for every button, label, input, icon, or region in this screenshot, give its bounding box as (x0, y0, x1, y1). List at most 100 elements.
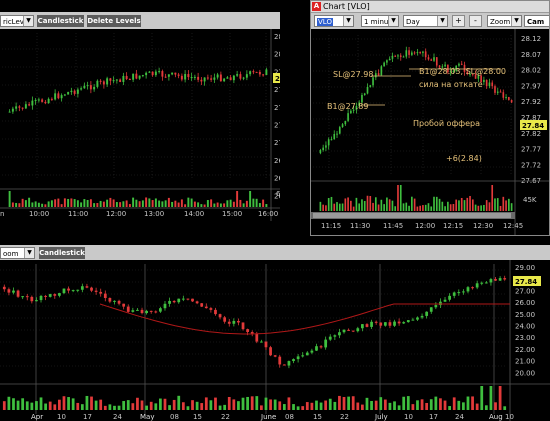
left-candle (70, 90, 73, 93)
bottom-candle (319, 346, 323, 348)
bottom-volume-bar (420, 399, 424, 410)
bottom-volume-bar (333, 401, 337, 410)
bottom-candle (429, 307, 433, 312)
left-volume-bar (21, 198, 24, 207)
left-candle (11, 108, 14, 112)
right-volume-bar (488, 202, 491, 211)
bottom-candle (71, 290, 75, 292)
right-volume-bar (391, 200, 394, 211)
bottom-candle (108, 298, 112, 302)
symbol-dropdown[interactable]: VLO ▼ (314, 15, 354, 27)
bottom-volume-bar (30, 402, 34, 410)
bottom-candle (2, 286, 6, 290)
right-candle (405, 50, 408, 57)
bottom-volume-bar (48, 401, 52, 410)
bottom-volume-bar (16, 400, 20, 410)
zoom-dropdown-bottom[interactable]: oom ▼ (0, 247, 35, 259)
daily-chart[interactable]: 29.0028.0027.0026.0025.0024.0023.0022.00… (0, 260, 550, 421)
bottom-volume-bar (177, 395, 181, 410)
left-candle (203, 77, 206, 82)
left-candle (180, 75, 183, 80)
bottom-candle (260, 341, 263, 343)
right-candle (499, 91, 502, 93)
bottom-candle (498, 278, 502, 281)
left-candle (193, 76, 196, 78)
left-candle (265, 69, 268, 75)
level-dropdown[interactable]: ricLeve ▼ (0, 15, 34, 27)
intraday-chart-left[interactable]: 28.2028.0027.8027.6027.4027.2027.0026.80… (0, 29, 280, 221)
right-candle (325, 145, 327, 148)
right-volume-bar (458, 200, 460, 211)
bottom-volume-bar (260, 405, 263, 410)
zoom-in-button[interactable]: + (452, 15, 465, 27)
bottom-volume-bar (351, 396, 355, 410)
right-candle (488, 82, 491, 87)
bottom-volume-bar (342, 396, 346, 410)
bottom-candle (411, 319, 415, 321)
left-candle (229, 77, 232, 81)
bottom-volume-bar (328, 398, 332, 410)
left-volume-bar (190, 198, 193, 207)
price-tick-label: 27.00 (274, 139, 280, 147)
interval-dropdown[interactable]: 1 minute ▼ (361, 15, 399, 27)
bottom-volume-bar (140, 400, 144, 410)
right-volume-bar (355, 197, 358, 211)
right-volume-bar (322, 204, 324, 211)
price-tick-label: 28.00 (274, 51, 280, 59)
left-candle (219, 74, 222, 82)
delete-levels-button[interactable]: Delete Levels (87, 15, 141, 27)
right-candle (508, 97, 510, 100)
bottom-volume-bar (58, 399, 61, 410)
right-volume-bar (480, 205, 482, 211)
right-volume-bar (361, 199, 363, 211)
left-volume-bar (112, 199, 115, 207)
right-volume-bar (338, 203, 341, 211)
bottom-candle (439, 301, 442, 306)
bottom-candle (383, 322, 387, 326)
price-tick-label: 27.92 (521, 98, 541, 106)
right-candle (402, 56, 405, 58)
zoom-dropdown[interactable]: Zoom ▼ (487, 15, 522, 27)
bottom-candle (103, 293, 107, 299)
candlestick-button[interactable]: Candlestick (37, 15, 84, 27)
left-volume-bar (73, 199, 76, 207)
left-candle (252, 71, 255, 73)
window-title: Chart [VLO] (323, 2, 370, 11)
right-candle (336, 133, 338, 135)
left-volume-bar (154, 198, 157, 207)
left-volume-bar (171, 201, 174, 207)
camera-dropdown[interactable]: Cam (524, 15, 549, 27)
price-tick-label: 29.00 (515, 264, 535, 272)
time-tick-label: 13:00 (144, 210, 164, 218)
left-volume-bar (125, 200, 128, 207)
bottom-candle (163, 303, 167, 309)
chevron-down-icon: ▼ (23, 16, 33, 26)
right-candle (380, 66, 383, 76)
price-tick-label: 26.80 (274, 157, 280, 165)
right-volume-bar (491, 185, 494, 211)
intraday-chart-vlo[interactable]: 28.1228.0728.0227.9727.9227.8727.8227.77… (311, 29, 549, 235)
date-tick-label: 22 (340, 413, 349, 421)
window-titlebar[interactable]: A Chart [VLO] (311, 1, 549, 13)
bottom-candle (181, 298, 185, 300)
right-volume-bar (466, 197, 469, 211)
bottom-candle (140, 309, 144, 314)
bottom-candle (168, 300, 171, 304)
time-tick-label: 12:00 (415, 222, 435, 230)
left-candle (18, 106, 21, 108)
bottom-candle (186, 298, 190, 300)
volume-scale-label: 611K (276, 190, 280, 198)
range-dropdown[interactable]: Day ▼ (403, 15, 448, 27)
chart-window-vlo: A Chart [VLO] VLO ▼ 1 minute ▼ Day ▼ + -… (310, 0, 550, 236)
bottom-volume-bar (379, 397, 383, 410)
zoom-out-button[interactable]: - (469, 15, 482, 27)
bottom-volume-bar (195, 401, 199, 410)
right-candle (477, 75, 480, 79)
left-candle (57, 93, 60, 99)
chart-window-daily: oom ▼ Candlestick 29.0028.0027.0026.0025… (0, 245, 550, 421)
bottom-volume-bar (131, 403, 135, 410)
left-volume-bar (50, 200, 53, 207)
candlestick-button-bottom[interactable]: Candlestick (39, 247, 85, 259)
time-tick-label: 15:00 (222, 210, 242, 218)
chevron-down-icon: ▼ (343, 16, 353, 26)
